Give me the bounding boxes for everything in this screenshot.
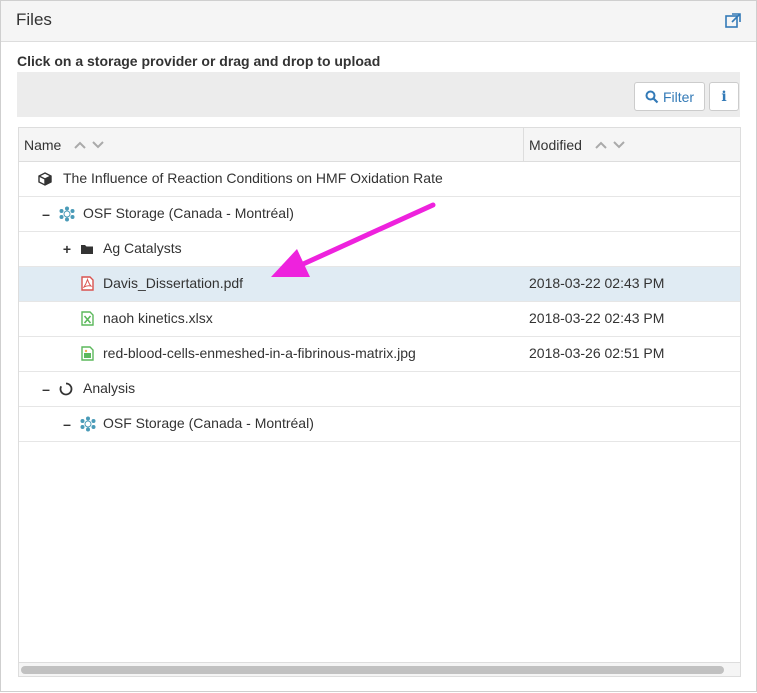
tree-row-project[interactable]: The Influence of Reaction Conditions on … [19,162,740,197]
pdf-file-icon [81,276,94,291]
modified-date: 2018-03-22 02:43 PM [529,275,665,291]
tree-item-label: OSF Storage (Canada - Montréal) [103,415,314,431]
osf-storage-icon [80,416,96,432]
image-file-icon [81,346,94,361]
tree-item-label: Ag Catalysts [103,240,182,256]
tree-row-osf-storage[interactable]: – OSF Storage (Canada - Montréal) [19,197,740,232]
tree-row-file[interactable]: naoh kinetics.xlsx 2018-03-22 02:43 PM [19,302,740,337]
search-icon [645,90,659,103]
sort-ascending-icon[interactable] [73,140,87,150]
tree-item-label: OSF Storage (Canada - Montréal) [83,205,294,221]
collapse-toggle[interactable]: – [41,207,51,221]
tree-row-file[interactable]: red-blood-cells-enmeshed-in-a-fibrinous-… [19,337,740,372]
file-tree-grid: Name Modified The Influence of Reaction … [18,127,741,677]
component-circle-icon [59,382,73,396]
tree-rows: The Influence of Reaction Conditions on … [19,162,740,442]
filter-button[interactable]: Filter [634,82,705,111]
osf-storage-icon [59,206,75,222]
tree-row-component[interactable]: – Analysis [19,372,740,407]
collapse-toggle[interactable]: – [41,382,51,396]
expand-toggle[interactable]: + [62,242,72,256]
panel-header: Files [1,1,756,42]
column-modified-label: Modified [529,136,582,153]
tree-row-file[interactable]: Davis_Dissertation.pdf 2018-03-22 02:43 … [19,267,740,302]
scrollbar-thumb[interactable] [21,666,724,674]
folder-icon [81,245,93,254]
sort-descending-icon[interactable] [612,140,626,150]
filter-button-label: Filter [662,88,695,105]
tree-row-osf-storage[interactable]: – OSF Storage (Canada - Montréal) [19,407,740,442]
tree-item-label: The Influence of Reaction Conditions on … [63,170,443,186]
panel-title: Files [16,10,52,29]
column-divider [523,128,524,161]
modified-date: 2018-03-26 02:51 PM [529,345,665,361]
excel-file-icon [81,311,94,326]
tree-item-label: naoh kinetics.xlsx [103,310,213,326]
sort-ascending-icon[interactable] [594,140,608,150]
tree-item-label: Davis_Dissertation.pdf [103,275,244,291]
files-panel: Files Click on a storage provider or dra… [0,0,757,692]
info-icon: i [721,88,727,105]
external-link-icon[interactable] [724,12,742,30]
column-modified-header: Modified [529,128,626,161]
tree-item-label: Analysis [83,380,136,396]
modified-date: 2018-03-22 02:43 PM [529,310,665,326]
tree-row-folder[interactable]: + Ag Catalysts [19,232,740,267]
toolbar: Filter i [17,72,740,117]
info-button[interactable]: i [709,82,739,111]
upload-hint: Click on a storage provider or drag and … [17,53,381,69]
column-name-label: Name [24,136,62,153]
project-cube-icon [38,172,52,186]
collapse-toggle[interactable]: – [62,417,72,431]
sort-descending-icon[interactable] [91,140,105,150]
grid-header: Name Modified [19,128,740,162]
column-name-header: Name [24,128,105,161]
horizontal-scrollbar[interactable] [19,662,740,676]
tree-item-label: red-blood-cells-enmeshed-in-a-fibrinous-… [103,345,416,361]
